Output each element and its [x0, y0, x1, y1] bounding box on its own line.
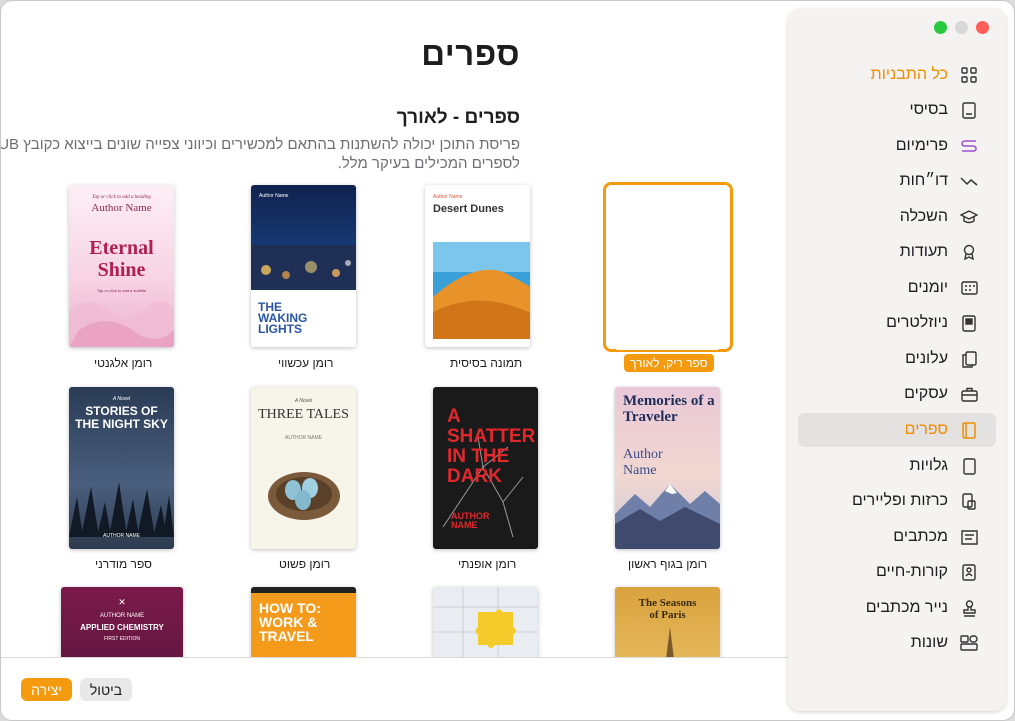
section-title: ספרים - לאורך: [396, 107, 520, 128]
briefcase-icon: [960, 385, 978, 403]
sidebar-item-label: כל התבניות: [870, 66, 948, 83]
category-sidebar: כל התבניות בסיסי פרימיום דו״חות השכלה תע…: [788, 9, 1006, 711]
sidebar-item-certificates[interactable]: תעודות: [798, 235, 996, 269]
sidebar-item-all-templates[interactable]: כל התבניות: [798, 58, 996, 92]
template-caption: ספר ריק, לאורך: [624, 354, 714, 372]
calendar-icon: [960, 279, 978, 297]
sidebar-item-label: השכלה: [899, 208, 948, 225]
close-button[interactable]: [976, 21, 989, 34]
sidebar-item-label: פרימיום: [895, 137, 948, 154]
grid-icon: [960, 66, 978, 84]
chart-line-icon: [960, 172, 978, 190]
template-gallery: ספרים ספרים - לאורך פריסת התוכן יכולה לה…: [1, 1, 788, 657]
sidebar-item-label: ניוזלטרים: [886, 314, 948, 331]
sidebar-item-label: כרזות ופליירים: [851, 492, 948, 509]
create-button[interactable]: יצירה: [21, 678, 72, 701]
sidebar-item-posters-flyers[interactable]: כרזות ופליירים: [798, 484, 996, 518]
sidebar-item-stationery[interactable]: נייר מכתבים: [798, 591, 996, 625]
sidebar-item-calendars[interactable]: יומנים: [798, 271, 996, 305]
cancel-button[interactable]: ביטול: [80, 678, 132, 701]
window-controls: [934, 21, 989, 34]
sidebar-item-miscellaneous[interactable]: שונות: [798, 626, 996, 660]
shapes-icon: [960, 634, 978, 652]
sidebar-item-letters[interactable]: מכתבים: [798, 520, 996, 554]
poster-icon: [960, 492, 978, 510]
ribbon-icon: [960, 243, 978, 261]
sidebar-item-label: שונות: [910, 634, 948, 651]
premium-icon: [960, 137, 978, 155]
newsletter-icon: [960, 314, 978, 332]
sidebar-item-label: ספרים: [904, 421, 948, 438]
template-caption: רומן עכשווי: [278, 356, 334, 370]
sidebar-item-resumes[interactable]: קורות-חיים: [798, 555, 996, 589]
letter-icon: [960, 528, 978, 546]
sidebar-item-books[interactable]: ספרים: [798, 413, 996, 447]
sidebar-item-postcards[interactable]: גלויות: [798, 449, 996, 483]
sidebar-item-brochures[interactable]: עלונים: [798, 342, 996, 376]
sidebar-item-label: בסיסי: [909, 101, 948, 118]
sidebar-item-label: דו״חות: [899, 172, 948, 189]
stamp-icon: [960, 599, 978, 617]
dialog-footer: יצירה ביטול: [1, 657, 788, 720]
sidebar-item-label: תעודות: [899, 243, 948, 260]
graduation-cap-icon: [960, 208, 978, 226]
sidebar-item-education[interactable]: השכלה: [798, 200, 996, 234]
section-description: פריסת התוכן יכולה להשתנות בהתאם למכשירים…: [1, 136, 520, 172]
template-caption: רומן פשוט: [279, 557, 331, 571]
book-icon: [960, 421, 978, 439]
minimize-button[interactable]: [955, 21, 968, 34]
brochure-icon: [960, 350, 978, 368]
template-caption: רומן אופנתי: [458, 557, 517, 571]
sidebar-item-label: גלויות: [909, 457, 948, 474]
sidebar-item-label: יומנים: [907, 279, 948, 296]
template-chooser-window: ספרים ספרים - לאורך פריסת התוכן יכולה לה…: [0, 0, 1015, 721]
sidebar-item-basic[interactable]: בסיסי: [798, 93, 996, 127]
sidebar-item-label: קורות-חיים: [875, 563, 948, 580]
page-title: ספרים: [421, 35, 520, 72]
template-caption: תמונה בסיסית: [450, 356, 523, 370]
document-icon: [960, 101, 978, 119]
zoom-button[interactable]: [934, 21, 947, 34]
sidebar-item-newsletters[interactable]: ניוזלטרים: [798, 306, 996, 340]
resume-icon: [960, 563, 978, 581]
sidebar-item-label: עלונים: [905, 350, 948, 367]
sidebar-item-premium[interactable]: פרימיום: [798, 129, 996, 163]
template-caption: רומן אלגנטי: [94, 356, 153, 370]
sidebar-item-reports[interactable]: דו״חות: [798, 164, 996, 198]
sidebar-item-label: מכתבים: [893, 528, 948, 545]
postcard-icon: [960, 457, 978, 475]
sidebar-item-label: עסקים: [904, 385, 948, 402]
sidebar-item-business[interactable]: עסקים: [798, 377, 996, 411]
template-caption: רומן בגוף ראשון: [628, 557, 708, 571]
template-caption: ספר מודרני: [95, 557, 153, 571]
sidebar-item-label: נייר מכתבים: [865, 599, 948, 616]
